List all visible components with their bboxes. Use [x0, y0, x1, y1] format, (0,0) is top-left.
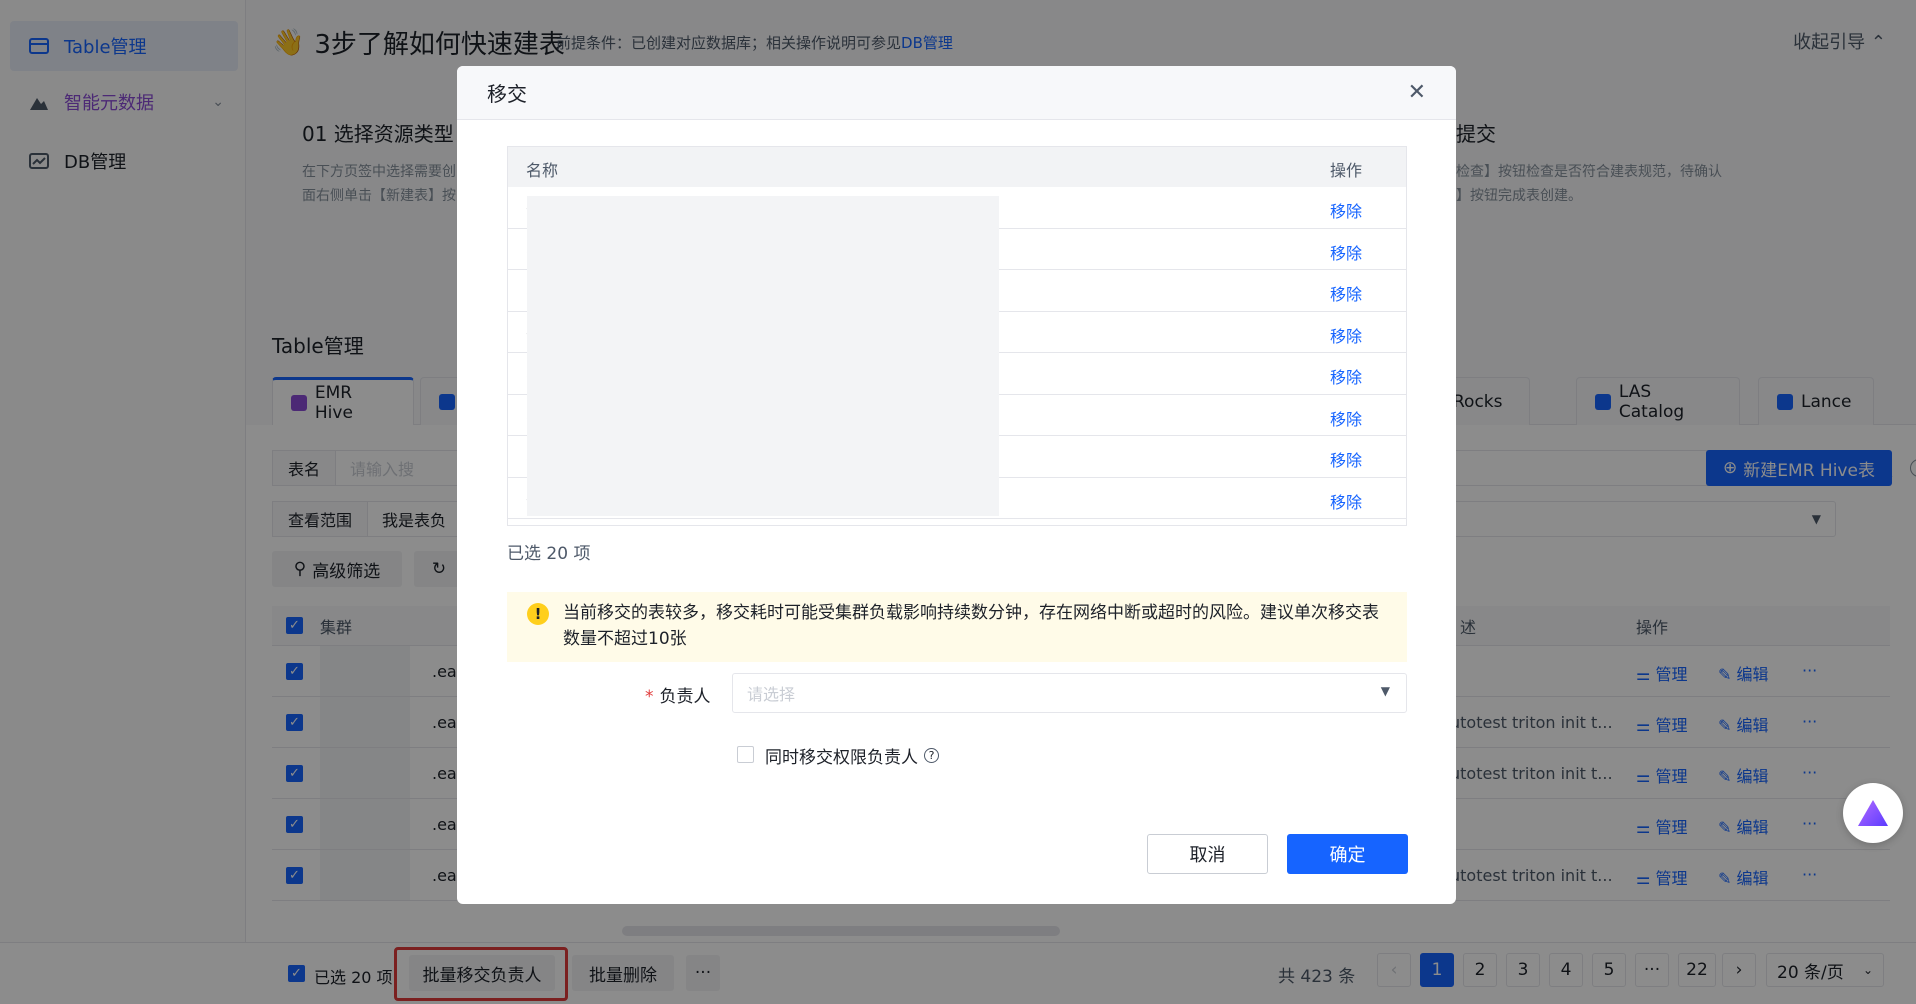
owner-label: * 负责人 — [645, 682, 711, 707]
owner-placeholder: 请选择 — [747, 685, 796, 704]
remove-link[interactable]: 移除 — [1330, 447, 1362, 471]
owner-select[interactable]: 请选择 ▼ — [732, 673, 1407, 713]
close-icon[interactable]: ✕ — [1408, 80, 1426, 105]
remove-link[interactable]: 移除 — [1330, 323, 1362, 347]
required-mark: * — [645, 687, 654, 707]
modal-selected-count: 已选 20 项 — [507, 544, 591, 564]
also-transfer-checkbox[interactable] — [737, 746, 754, 763]
remove-link[interactable]: 移除 — [1330, 198, 1362, 222]
remove-link[interactable]: 移除 — [1330, 281, 1362, 305]
warning-text: 当前移交的表较多，移交耗时可能受集群负载影响持续数分钟，存在网络中断或超时的风险… — [563, 603, 1379, 649]
help-icon[interactable]: ? — [924, 748, 939, 763]
ai-assistant-icon — [1858, 800, 1888, 826]
cancel-button[interactable]: 取消 — [1147, 834, 1268, 874]
also-transfer-label: 同时移交权限负责人? — [765, 743, 939, 768]
remove-link[interactable]: 移除 — [1330, 364, 1362, 388]
transfer-modal: 移交 ✕ 名称 操作 e移除a移除a移除e移除a移除a移除a移除e移除 已选 2… — [457, 66, 1456, 904]
owner-label-text: 负责人 — [659, 687, 711, 707]
ai-assistant-button[interactable] — [1843, 783, 1903, 843]
remove-link[interactable]: 移除 — [1330, 406, 1362, 430]
col-name: 名称 — [526, 161, 559, 180]
redacted-block — [527, 196, 999, 516]
modal-title: 移交 — [487, 82, 527, 106]
warning-alert: ! 当前移交的表较多，移交耗时可能受集群负载影响持续数分钟，存在网络中断或超时的… — [507, 592, 1407, 662]
confirm-button[interactable]: 确定 — [1287, 834, 1408, 874]
modal-header: 移交 — [457, 66, 1456, 120]
warning-icon: ! — [527, 603, 549, 625]
transfer-table-header: 名称 操作 — [508, 147, 1406, 187]
caret-down-icon: ▼ — [1380, 684, 1390, 698]
also-transfer-text: 同时移交权限负责人 — [765, 748, 918, 768]
remove-link[interactable]: 移除 — [1330, 489, 1362, 513]
remove-link[interactable]: 移除 — [1330, 240, 1362, 264]
col-action: 操作 — [1330, 161, 1363, 180]
